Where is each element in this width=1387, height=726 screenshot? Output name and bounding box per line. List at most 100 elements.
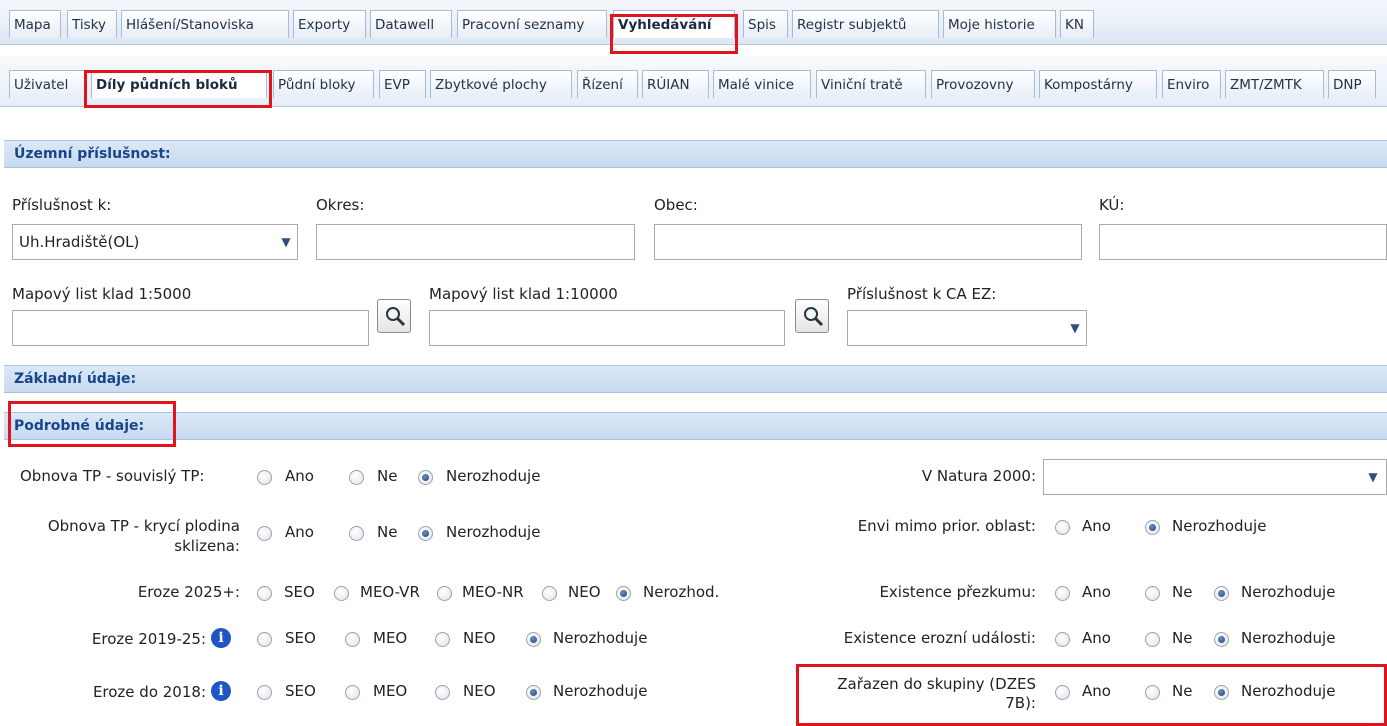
- info-icon[interactable]: i: [211, 628, 231, 648]
- tab-exporty[interactable]: Exporty: [293, 10, 366, 38]
- tab-dnp[interactable]: DNP: [1328, 70, 1376, 98]
- erozni-udalost-ne-radio[interactable]: [1145, 632, 1160, 647]
- prezkum-ano-radio[interactable]: [1055, 586, 1070, 601]
- info-icon[interactable]: i: [211, 681, 231, 701]
- basic-header-label: Základní údaje:: [14, 371, 137, 387]
- eroze-2018-nerozhoduje-radio[interactable]: [526, 685, 541, 700]
- radio-label: MEO: [373, 629, 408, 647]
- tab-tisky[interactable]: Tisky: [67, 10, 117, 38]
- tab-pracovni-seznamy[interactable]: Pracovní seznamy: [457, 10, 607, 38]
- chevron-down-icon: ▼: [1070, 321, 1080, 335]
- radio-label: SEO: [284, 583, 315, 601]
- tab-hlaseni[interactable]: Hlášení/Stanoviska: [121, 10, 289, 38]
- tab-uzivatel[interactable]: Uživatel: [9, 70, 87, 98]
- tab-evp[interactable]: EVP: [379, 70, 426, 98]
- tab-zmt-zmtk[interactable]: ZMT/ZMTK: [1225, 70, 1324, 98]
- tab-pudni-bloky[interactable]: Půdní bloky: [273, 70, 374, 98]
- radio-label: Nerozhoduje: [1241, 629, 1336, 647]
- envi-label: Envi mimo prior. oblast:: [857, 517, 1036, 535]
- ca-ez-label: Příslušnost k CA EZ:: [847, 285, 997, 303]
- erozni-udalost-label: Existence erozní události:: [843, 629, 1036, 647]
- radio-label: SEO: [285, 682, 316, 700]
- dzes-ne-radio[interactable]: [1145, 685, 1160, 700]
- eroze-2019-neo-radio[interactable]: [435, 632, 450, 647]
- radio-label: NEO: [463, 629, 496, 647]
- natura-select[interactable]: ▼: [1043, 459, 1387, 495]
- eroze-2018-seo-radio[interactable]: [257, 685, 272, 700]
- basic-section-header[interactable]: Základní údaje:: [4, 365, 1387, 393]
- detail-section-header[interactable]: Podrobné údaje:: [4, 412, 1387, 440]
- map10000-label: Mapový list klad 1:10000: [429, 285, 618, 303]
- eroze-2025-seo-radio[interactable]: [257, 586, 272, 601]
- radio-label: Ne: [1172, 629, 1193, 647]
- tab-dily-pudnich-bloku[interactable]: Díly půdních bloků: [91, 70, 267, 98]
- prislusnost-select[interactable]: Uh.Hradiště(OL) ▼: [12, 224, 298, 260]
- tab-vinicni-trate[interactable]: Viniční tratě: [816, 70, 926, 98]
- ca-ez-select[interactable]: ▼: [847, 310, 1087, 346]
- radio-label: Ne: [377, 523, 398, 541]
- eroze-2019-nerozhoduje-radio[interactable]: [526, 632, 541, 647]
- dzes-ano-radio[interactable]: [1055, 685, 1070, 700]
- radio-label: Nerozhod.: [643, 583, 720, 601]
- detail-header-label: Podrobné údaje:: [14, 418, 145, 434]
- tab-ruian[interactable]: RÚIAN: [642, 70, 709, 98]
- dzes-nerozhoduje-radio[interactable]: [1214, 685, 1229, 700]
- obnova-souvisly-ano-radio[interactable]: [257, 470, 272, 485]
- map5000-input[interactable]: [12, 310, 369, 346]
- tab-rizeni[interactable]: Řízení: [577, 70, 638, 98]
- tab-kn[interactable]: KN: [1060, 10, 1094, 38]
- obnova-kryci-label-1: Obnova TP - krycí plodina: [47, 517, 240, 535]
- tab-zbytkove-plochy[interactable]: Zbytkové plochy: [430, 70, 572, 98]
- tab-vyhledavani[interactable]: Vyhledávání: [613, 10, 735, 38]
- obnova-souvisly-ne-radio[interactable]: [349, 470, 364, 485]
- territory-section-header[interactable]: Územní příslušnost:: [4, 140, 1387, 168]
- radio-label: Nerozhoduje: [1172, 517, 1267, 535]
- chevron-down-icon: ▼: [1368, 470, 1378, 484]
- eroze-2019-label: Eroze 2019-25:: [91, 630, 206, 648]
- tab-enviro[interactable]: Enviro: [1162, 70, 1221, 98]
- eroze-2025-meo-nr-radio[interactable]: [437, 586, 452, 601]
- erozni-udalost-nerozhoduje-radio[interactable]: [1214, 632, 1229, 647]
- obnova-souvisly-nerozhoduje-radio[interactable]: [418, 470, 433, 485]
- map10000-search-button[interactable]: [795, 299, 829, 333]
- eroze-2019-meo-radio[interactable]: [345, 632, 360, 647]
- radio-label: Nerozhoduje: [446, 467, 541, 485]
- prezkum-ne-radio[interactable]: [1145, 586, 1160, 601]
- radio-label: Ne: [1172, 682, 1193, 700]
- territory-header-label: Územní příslušnost:: [14, 146, 171, 162]
- prezkum-nerozhoduje-radio[interactable]: [1214, 586, 1229, 601]
- tab-male-vinice[interactable]: Malé vinice: [713, 70, 811, 98]
- eroze-2019-seo-radio[interactable]: [257, 632, 272, 647]
- tab-spis[interactable]: Spis: [743, 10, 788, 38]
- eroze-2018-neo-radio[interactable]: [435, 685, 450, 700]
- tab-provozovny[interactable]: Provozovny: [931, 70, 1035, 98]
- radio-label: Nerozhoduje: [553, 682, 648, 700]
- envi-nerozhoduje-radio[interactable]: [1145, 520, 1160, 535]
- sub-tab-bar: Uživatel Díly půdních bloků Půdní bloky …: [0, 56, 1387, 107]
- radio-label: Ano: [1082, 629, 1111, 647]
- eroze-2025-label: Eroze 2025+:: [137, 583, 240, 601]
- search-icon: [386, 307, 406, 327]
- obnova-kryci-nerozhoduje-radio[interactable]: [418, 526, 433, 541]
- radio-label: Nerozhoduje: [553, 629, 648, 647]
- tab-mapa[interactable]: Mapa: [9, 10, 61, 38]
- eroze-2025-nerozhod-radio[interactable]: [616, 586, 631, 601]
- tab-datawell[interactable]: Datawell: [370, 10, 452, 38]
- eroze-2025-neo-radio[interactable]: [542, 586, 557, 601]
- map5000-search-button[interactable]: [377, 299, 411, 333]
- ku-input[interactable]: [1099, 224, 1387, 260]
- eroze-2025-meo-vr-radio[interactable]: [334, 586, 349, 601]
- eroze-2018-meo-radio[interactable]: [345, 685, 360, 700]
- map10000-input[interactable]: [429, 310, 785, 346]
- obec-input[interactable]: [654, 224, 1082, 260]
- okres-input[interactable]: [316, 224, 635, 260]
- obnova-kryci-ano-radio[interactable]: [257, 526, 272, 541]
- eroze-2018-label: Eroze do 2018:: [92, 683, 206, 701]
- tab-kompostarny[interactable]: Kompostárny: [1039, 70, 1157, 98]
- erozni-udalost-ano-radio[interactable]: [1055, 632, 1070, 647]
- tab-registr-subjektu[interactable]: Registr subjektů: [792, 10, 939, 38]
- envi-ano-radio[interactable]: [1055, 520, 1070, 535]
- chevron-down-icon: ▼: [281, 235, 291, 249]
- tab-moje-historie[interactable]: Moje historie: [943, 10, 1056, 38]
- obnova-kryci-ne-radio[interactable]: [349, 526, 364, 541]
